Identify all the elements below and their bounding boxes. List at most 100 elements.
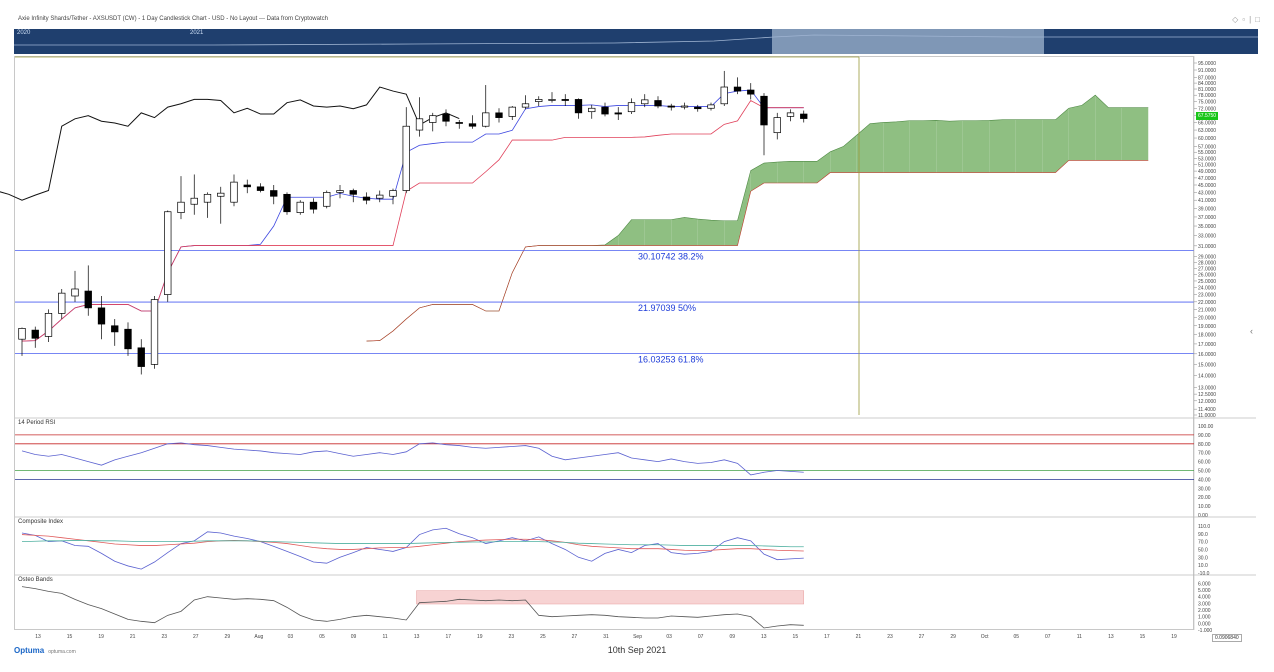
candle <box>376 190 384 203</box>
price-tick-label: 23.0000 <box>1198 293 1216 299</box>
osteo-tick-label: 6.000 <box>1198 581 1211 587</box>
candle <box>230 174 238 207</box>
osteo-tick-label: 3.000 <box>1198 601 1211 607</box>
chikou-line <box>0 86 460 201</box>
cloud-segment <box>697 219 711 246</box>
candle <box>137 339 145 375</box>
candle <box>256 183 265 193</box>
composite-line-1 <box>21 534 804 552</box>
candle <box>58 288 66 320</box>
price-tick-label: 19.0000 <box>1198 324 1216 330</box>
candle-body-up <box>296 201 304 213</box>
cloud-segment <box>658 219 672 246</box>
date-tick-label: 19 <box>98 634 104 640</box>
price-tick-label: 75.0000 <box>1198 100 1216 106</box>
candle-body-down <box>760 95 768 126</box>
date-tick-label: 03 <box>666 634 672 640</box>
candle-body-down <box>270 190 278 197</box>
date-tick-label: 27 <box>193 634 199 640</box>
price-tick-label: 12.0000 <box>1198 399 1216 405</box>
zoom-field[interactable]: 0.0906840 <box>1212 634 1242 642</box>
date-tick-label: 19 <box>477 634 483 640</box>
cloud-segment <box>909 120 923 173</box>
composite-tick-label: 70.0 <box>1198 540 1208 546</box>
candle <box>190 174 198 215</box>
candle <box>31 326 39 348</box>
candle-body-up <box>177 201 185 213</box>
candle <box>614 107 622 121</box>
cloud-segment <box>936 120 950 173</box>
composite-tick-label: 50.0 <box>1198 547 1208 553</box>
fib-label-2: 16.03253 61.8% <box>638 354 704 364</box>
candle-body-down <box>309 201 318 210</box>
candle-body-down <box>614 112 622 115</box>
candle-body-down <box>243 184 251 188</box>
price-tick-label: 35.0000 <box>1198 224 1216 230</box>
candle <box>415 97 424 137</box>
chart-date: 10th Sep 2021 <box>607 645 667 655</box>
date-tick-label: 13 <box>761 634 767 640</box>
candle-body-down <box>31 329 39 339</box>
composite-tick-label: -10.0 <box>1198 571 1210 577</box>
price-tick-label: 33.0000 <box>1198 234 1216 240</box>
price-tick-label: 81.0000 <box>1198 87 1216 93</box>
composite-line-0 <box>21 527 804 570</box>
date-tick-label: 23 <box>161 634 167 640</box>
candle-body-up <box>71 288 79 297</box>
candle <box>336 184 344 199</box>
candle-body-up <box>323 192 331 207</box>
last-price-tag: 67.5750 <box>1196 112 1219 120</box>
date-tick-label: 15 <box>793 634 799 640</box>
date-tick-label: 25 <box>540 634 546 640</box>
date-tick-label: 13 <box>1108 634 1114 640</box>
date-tick-label: 05 <box>319 634 325 640</box>
cloud-segment <box>764 162 778 184</box>
cloud-segment <box>1095 95 1109 161</box>
price-tick-label: 17.0000 <box>1198 342 1216 348</box>
osteo-shaded-band <box>416 590 804 605</box>
price-tick-label: 45.0000 <box>1198 183 1216 189</box>
rsi-tick-label: 80.00 <box>1198 442 1211 448</box>
rsi-tick-label: 50.00 <box>1198 469 1211 475</box>
collapse-arrow-icon[interactable]: ‹ <box>1250 326 1253 336</box>
rsi-title: 14 Period RSI <box>18 420 56 426</box>
fib-label-1: 21.97039 50% <box>638 303 696 313</box>
candle-body-down <box>137 347 145 367</box>
candle <box>402 107 410 194</box>
date-tick-label: 07 <box>1045 634 1051 640</box>
candle <box>296 200 304 215</box>
candle-body-up <box>190 197 198 205</box>
chart-canvas[interactable]: 30.10742 38.2% 21.97039 50% 16.03253 61.8%… <box>0 0 1274 672</box>
price-tick-label: 43.0000 <box>1198 190 1216 196</box>
candle-body-down <box>495 112 503 118</box>
candle-body-up <box>482 112 490 127</box>
candle <box>84 265 92 316</box>
candle-body-up <box>548 99 556 101</box>
price-tick-label: 49.0000 <box>1198 169 1216 175</box>
candle <box>495 108 503 123</box>
composite-tick-label: 10.0 <box>1198 563 1208 569</box>
price-tick-label: 26.0000 <box>1198 273 1216 279</box>
cloud-segment <box>870 122 884 173</box>
candle-body-down <box>362 196 371 201</box>
price-tick-label: 25.0000 <box>1198 279 1216 285</box>
candle <box>482 85 490 128</box>
date-tick-label: 03 <box>288 634 294 640</box>
price-tick-label: 78.0000 <box>1198 93 1216 99</box>
date-tick-label: 17 <box>824 634 830 640</box>
candle-body-up <box>44 313 53 337</box>
composite-axis: 110.0 90.0 70.050.0 30.0 10.0 -10.0 <box>1198 524 1210 577</box>
candle-body-up <box>707 104 715 109</box>
candle-body-up <box>203 193 212 203</box>
candle-body-up <box>230 181 238 203</box>
candle-body-up <box>786 112 795 117</box>
cloud-segment <box>1068 105 1082 161</box>
candle-body-up <box>336 190 344 193</box>
candle-body-up <box>641 99 649 105</box>
date-tick-label: 09 <box>351 634 357 640</box>
rsi-tick-label: 70.00 <box>1198 451 1211 457</box>
date-tick-label: 07 <box>698 634 704 640</box>
rsi-tick-label: 0.00 <box>1198 513 1208 519</box>
date-tick-label: 15 <box>1140 634 1146 640</box>
candle <box>468 115 477 129</box>
